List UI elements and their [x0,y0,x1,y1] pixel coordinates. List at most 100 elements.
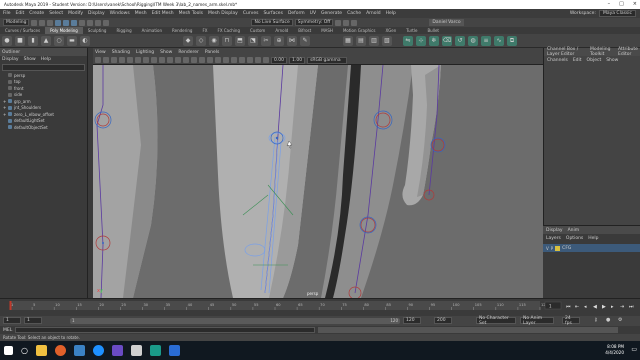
shadows-icon[interactable] [215,57,221,63]
expand-icon[interactable]: + [3,105,6,110]
poly-cylinder-icon[interactable]: ▮ [28,35,38,46]
menu-item-help[interactable]: Help [386,11,396,16]
render-icon[interactable] [335,19,342,26]
poly-disc-icon[interactable]: ◐ [80,35,90,46]
menu-item-display[interactable]: Display [88,11,105,16]
notification-icon[interactable]: ▭ [631,346,637,353]
channelbox-tab-modeling-toolkit[interactable]: Modeling Toolkit [590,47,613,57]
viewport-menu-show[interactable]: Show [160,50,172,55]
shelf-tab-arnold[interactable]: Arnold [270,27,293,34]
menu-item-edit[interactable]: Edit [16,11,25,16]
snap-point-icon[interactable] [95,19,102,26]
poly-sphere-icon[interactable]: ● [2,35,12,46]
wireframe-on-shaded-icon[interactable] [191,57,197,63]
exposure-field[interactable]: 0.00 [271,56,288,64]
anim-layer-dropdown[interactable]: No Anim Layer [520,316,554,326]
select-hierarchy-icon[interactable] [55,19,62,26]
viewport-menu-panels[interactable]: Panels [205,50,219,55]
play-forward-icon[interactable]: ▶ [602,304,606,310]
image-plane-icon[interactable] [119,57,125,63]
channelbox-menu-show[interactable]: Show [606,58,618,63]
character-set-dropdown[interactable]: No Character Set [476,316,516,326]
shelf-tab-rendering[interactable]: Rendering [167,27,197,34]
animation-end-field[interactable]: 200 [434,317,452,324]
maya-icon[interactable] [149,345,161,356]
shelf-tab-sculpting[interactable]: Sculpting [83,27,112,34]
smooth-icon[interactable]: ◉ [209,35,219,46]
outliner-menu-help[interactable]: Help [41,57,51,62]
center-pivot-icon[interactable]: ⊹ [416,35,426,46]
multicut-icon[interactable]: ✂ [261,35,271,46]
gamma-field[interactable]: 1.00 [289,56,306,64]
shelf-tab-curves-surfaces[interactable]: Curves / Surfaces [0,27,45,34]
play-backward-icon[interactable]: ◀ [593,304,597,310]
gate-mask-icon[interactable] [151,57,157,63]
firefox-icon[interactable] [54,345,66,356]
bevel-icon[interactable]: ⬔ [248,35,258,46]
outliner-search-input[interactable] [2,64,85,71]
animation-start-field[interactable]: 1 [24,317,42,324]
camera-map-icon[interactable]: ▧ [382,35,392,46]
taskbar-clock[interactable]: 8:08 PM 4/4/2020 [605,344,624,356]
signin-button[interactable]: Daniel Varco [429,19,464,26]
key-icon[interactable]: ⚷ [594,317,598,323]
wireframe-icon[interactable] [175,57,181,63]
obs-icon[interactable] [111,345,123,356]
node-editor-icon[interactable]: ⧉ [507,35,517,46]
colorspace-dropdown[interactable]: sRGB gamma [307,56,348,64]
menu-item-arnold[interactable]: Arnold [366,11,381,16]
cmdline-language[interactable]: MEL [3,328,12,333]
ipr-render-icon[interactable] [343,19,350,26]
shelf-tab-bifrost[interactable]: Bifrost [293,27,316,34]
layer-menu-options[interactable]: Options [566,236,583,241]
lock-camera-icon[interactable] [103,57,109,63]
shelf-tab-motion-graphics[interactable]: Motion Graphics [338,27,381,34]
render-settings-icon[interactable] [351,19,358,26]
menu-item-generate[interactable]: Generate [321,11,342,16]
step-forward-frame-icon[interactable]: ▸ [611,304,614,310]
current-frame-field[interactable] [544,301,562,310]
viewport-3d[interactable]: persp xy [93,65,543,298]
uv-editor-icon[interactable]: ▦ [343,35,353,46]
layer-visibility-toggle[interactable]: V [546,246,549,251]
layer-menu-layers[interactable]: Layers [546,236,561,241]
start-icon[interactable] [4,346,13,355]
channelbox-menu-edit[interactable]: Edit [573,58,582,63]
layer-playback-toggle[interactable]: P [551,246,553,251]
close-icon[interactable]: × [633,1,637,7]
layer-color-swatch[interactable] [555,245,561,251]
channelbox-menu-object[interactable]: Object [587,58,602,63]
shelf-tab-animation[interactable]: Animation [137,27,167,34]
shelf-tab-turtle[interactable]: Turtle [401,27,422,34]
poly-torus-icon[interactable]: ○ [54,35,64,46]
channelbox-tab-channel-box-layer-editor[interactable]: Channel Box / Layer Editor [547,47,585,57]
bridge-icon[interactable]: ⊓ [222,35,232,46]
menu-item-surfaces[interactable]: Surfaces [263,11,283,16]
shelf-tab-custom[interactable]: Custom [245,27,270,34]
fps-dropdown[interactable]: 24 fps [562,316,580,326]
viewport-menu-view[interactable]: View [95,50,106,55]
shelf-tab-fx-caching[interactable]: FX Caching [213,27,245,34]
snap-grid-icon[interactable] [79,19,86,26]
maximize-icon[interactable]: □ [619,1,624,7]
outliner-item[interactable]: defaultObjectSet [0,124,87,131]
grid-icon[interactable] [127,57,133,63]
expand-icon[interactable]: + [3,112,6,117]
motion-blur-icon[interactable] [231,57,237,63]
auto-key-icon[interactable]: ● [606,317,610,323]
menu-item-select[interactable]: Select [49,11,63,16]
reset-transform-icon[interactable]: ↺ [455,35,465,46]
select-component-icon[interactable] [71,19,78,26]
automatic-map-icon[interactable]: ▥ [369,35,379,46]
live-surface-field[interactable]: No Live Surface [251,19,293,26]
minimize-icon[interactable]: – [608,1,611,7]
open-scene-icon[interactable] [39,19,46,26]
viewport-menu-renderer[interactable]: Renderer [178,50,199,55]
graph-editor-icon[interactable]: ∿ [494,35,504,46]
xray-joints-icon[interactable] [263,57,269,63]
save-scene-icon[interactable] [47,19,54,26]
freeze-transform-icon[interactable]: ❄ [429,35,439,46]
word-icon[interactable] [73,345,85,356]
step-back-frame-icon[interactable]: ◂ [584,304,587,310]
menu-item-mesh-tools[interactable]: Mesh Tools [179,11,203,16]
